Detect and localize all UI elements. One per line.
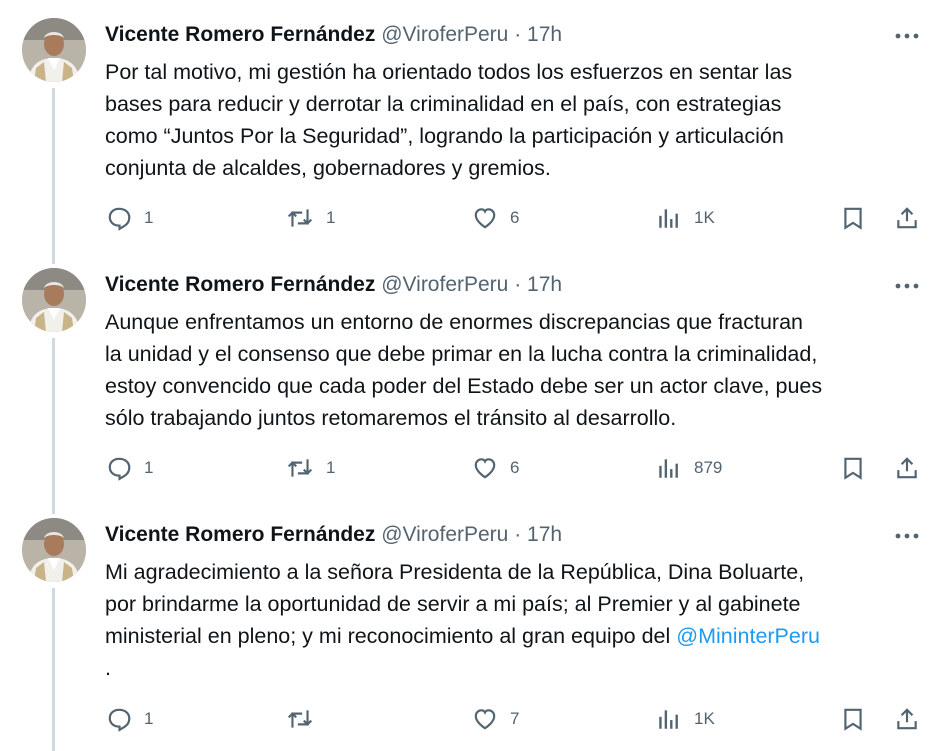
author-name[interactable]: Vicente Romero Fernández xyxy=(105,523,375,546)
share-icon xyxy=(894,706,920,732)
tweet-header: Vicente Romero Fernández @ViroferPeru · … xyxy=(105,270,562,300)
timestamp[interactable]: 17h xyxy=(527,273,562,296)
tweet-text-line: Mi agradecimiento a la señora Presidenta… xyxy=(105,560,805,584)
share-icon xyxy=(894,455,920,481)
tweet-text-line: Aunque enfrentamos un entorno de enormes… xyxy=(105,310,803,334)
bookmark-button[interactable] xyxy=(840,198,866,238)
reply-count: 1 xyxy=(144,208,154,227)
tweet-text: Aunque enfrentamos un entorno de enormes… xyxy=(105,306,935,434)
tweet-text-line: sólo trabajando juntos retomaremos el tr… xyxy=(105,406,677,430)
views-count: 1K xyxy=(694,709,715,728)
bookmark-button[interactable] xyxy=(840,699,866,739)
tweet-text-line: bases para reducir y derrotar la crimina… xyxy=(105,92,782,116)
action-bar: 1 7 1K xyxy=(0,699,950,739)
views-button[interactable]: 1K xyxy=(656,198,715,238)
repost-icon xyxy=(286,205,314,231)
tweet-header: Vicente Romero Fernández @ViroferPeru · … xyxy=(105,520,562,550)
author-handle[interactable]: @ViroferPeru xyxy=(381,523,508,546)
tweet-text-line: como “Juntos Por la Seguridad”, logrando… xyxy=(105,124,784,148)
separator: · xyxy=(514,523,522,546)
bookmark-button[interactable] xyxy=(840,448,866,488)
views-icon xyxy=(656,455,682,481)
reply-icon xyxy=(106,455,132,481)
avatar[interactable] xyxy=(22,268,86,332)
views-count: 879 xyxy=(694,458,723,477)
like-button[interactable]: 6 xyxy=(472,198,519,238)
like-button[interactable]: 6 xyxy=(472,448,519,488)
author-name[interactable]: Vicente Romero Fernández xyxy=(105,23,375,46)
repost-button[interactable]: 1 xyxy=(286,448,335,488)
share-icon xyxy=(894,205,920,231)
views-button[interactable]: 1K xyxy=(656,699,715,739)
repost-button[interactable]: 1 xyxy=(286,198,335,238)
tweet-text: Por tal motivo, mi gestión ha orientado … xyxy=(105,56,935,184)
bookmark-icon xyxy=(840,455,866,481)
repost-icon xyxy=(286,455,314,481)
tweet-header: Vicente Romero Fernández @ViroferPeru · … xyxy=(105,20,562,50)
more-icon[interactable] xyxy=(892,26,922,46)
bookmark-icon xyxy=(840,706,866,732)
reply-count: 1 xyxy=(144,458,154,477)
action-bar: 1 1 6 879 xyxy=(0,448,950,488)
more-icon[interactable] xyxy=(892,526,922,546)
reply-count: 1 xyxy=(144,709,154,728)
author-handle[interactable]: @ViroferPeru xyxy=(381,273,508,296)
like-icon xyxy=(472,205,498,231)
bookmark-icon xyxy=(840,205,866,231)
tweet-text-line: ministerial en pleno; y mi reconocimient… xyxy=(105,620,935,652)
tweet-text-line: Por tal motivo, mi gestión ha orientado … xyxy=(105,60,793,84)
avatar[interactable] xyxy=(22,518,86,582)
repost-count: 1 xyxy=(326,458,336,477)
tweet-text-line: por brindarme la oportunidad de servir a… xyxy=(105,592,801,616)
views-icon xyxy=(656,205,682,231)
share-button[interactable] xyxy=(894,699,920,739)
like-icon xyxy=(472,455,498,481)
like-count: 6 xyxy=(510,458,520,477)
mention-link[interactable]: @MininterPeru xyxy=(676,624,820,648)
tweet[interactable]: Vicente Romero Fernández @ViroferPeru · … xyxy=(0,250,950,500)
action-bar: 1 1 6 1K xyxy=(0,198,950,238)
tweet-text-line: conjunta de alcaldes, gobernadores y gre… xyxy=(105,156,551,180)
views-count: 1K xyxy=(694,208,715,227)
repost-button[interactable] xyxy=(286,699,326,739)
timestamp[interactable]: 17h xyxy=(527,523,562,546)
reply-icon xyxy=(106,706,132,732)
reply-button[interactable]: 1 xyxy=(106,699,153,739)
author-handle[interactable]: @ViroferPeru xyxy=(381,23,508,46)
like-icon xyxy=(472,706,498,732)
separator: · xyxy=(514,273,522,296)
tweet-text: Mi agradecimiento a la señora Presidenta… xyxy=(105,556,935,684)
like-button[interactable]: 7 xyxy=(472,699,519,739)
repost-icon xyxy=(286,706,314,732)
tweet-text-line: . xyxy=(105,656,111,680)
reply-button[interactable]: 1 xyxy=(106,448,153,488)
timestamp[interactable]: 17h xyxy=(527,23,562,46)
like-count: 6 xyxy=(510,208,520,227)
repost-count: 1 xyxy=(326,208,336,227)
reply-icon xyxy=(106,205,132,231)
tweet-text-segment: ministerial en pleno; y mi reconocimient… xyxy=(105,624,677,648)
tweet[interactable]: Vicente Romero Fernández @ViroferPeru · … xyxy=(0,500,950,751)
reply-button[interactable]: 1 xyxy=(106,198,153,238)
more-icon[interactable] xyxy=(892,276,922,296)
separator: · xyxy=(514,23,522,46)
share-button[interactable] xyxy=(894,198,920,238)
tweet-text-line: estoy convencido que cada poder del Esta… xyxy=(105,374,823,398)
views-button[interactable]: 879 xyxy=(656,448,722,488)
like-count: 7 xyxy=(510,709,520,728)
tweet-text-line: la unidad y el consenso que debe primar … xyxy=(105,342,818,366)
share-button[interactable] xyxy=(894,448,920,488)
author-name[interactable]: Vicente Romero Fernández xyxy=(105,273,375,296)
views-icon xyxy=(656,706,682,732)
avatar[interactable] xyxy=(22,18,86,82)
tweet[interactable]: Vicente Romero Fernández @ViroferPeru · … xyxy=(0,0,950,250)
